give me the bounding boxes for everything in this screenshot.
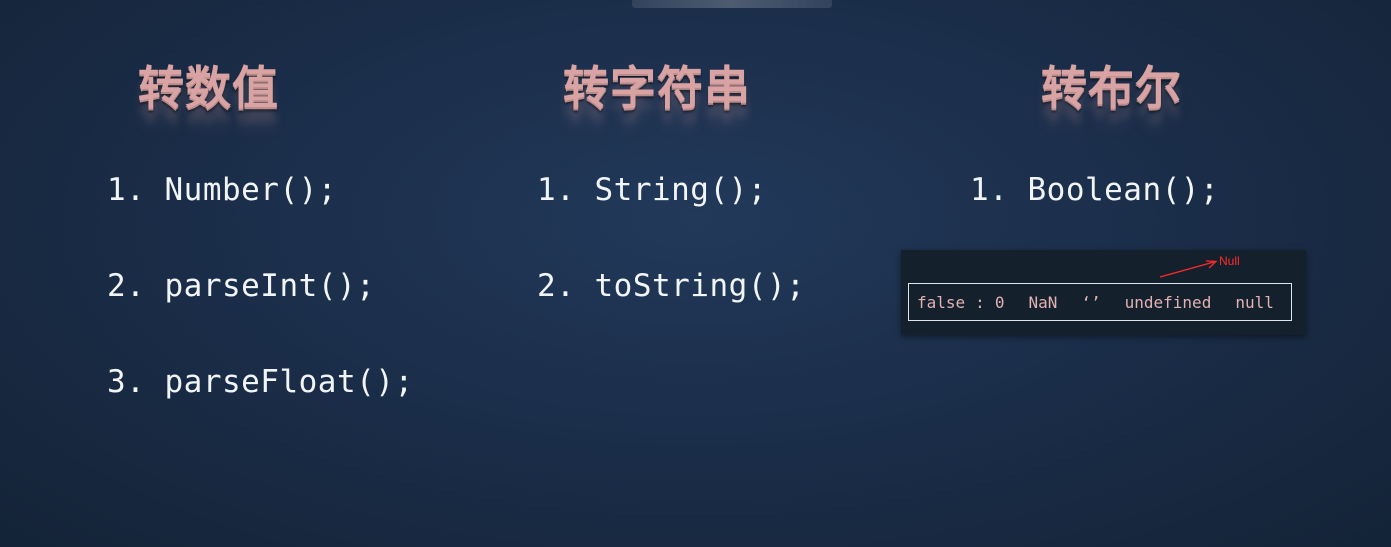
string-method-1: 1. String(); [537, 172, 767, 208]
falsy-undefined: undefined [1124, 292, 1212, 312]
falsy-false: false [917, 292, 966, 312]
string-method-2: 2. toString(); [537, 268, 806, 304]
falsy-nan: NaN [1028, 292, 1058, 312]
title-to-number: 转数值 [138, 61, 279, 115]
number-method-1: 1. Number(); [107, 172, 337, 208]
number-method-3: 3. parseFloat(); [107, 364, 414, 400]
falsy-separator: : [975, 292, 985, 312]
title-to-string: 转字符串 [563, 61, 751, 115]
falsy-values-box: false : 0 NaN ‘’ undefined null [908, 283, 1292, 321]
falsy-empty-string: ‘’ [1081, 292, 1101, 312]
boolean-method-1: 1. Boolean(); [970, 172, 1220, 208]
partial-top-title [632, 0, 832, 8]
number-method-2: 2. parseInt(); [107, 268, 376, 304]
falsy-values-panel: Null false : 0 NaN ‘’ undefined null [901, 250, 1306, 335]
title-to-boolean: 转布尔 [1041, 61, 1182, 115]
null-annotation-label: Null [1219, 254, 1240, 268]
falsy-zero: 0 [994, 292, 1005, 312]
falsy-null: null [1235, 292, 1274, 312]
annotation-arrow [1159, 260, 1218, 278]
